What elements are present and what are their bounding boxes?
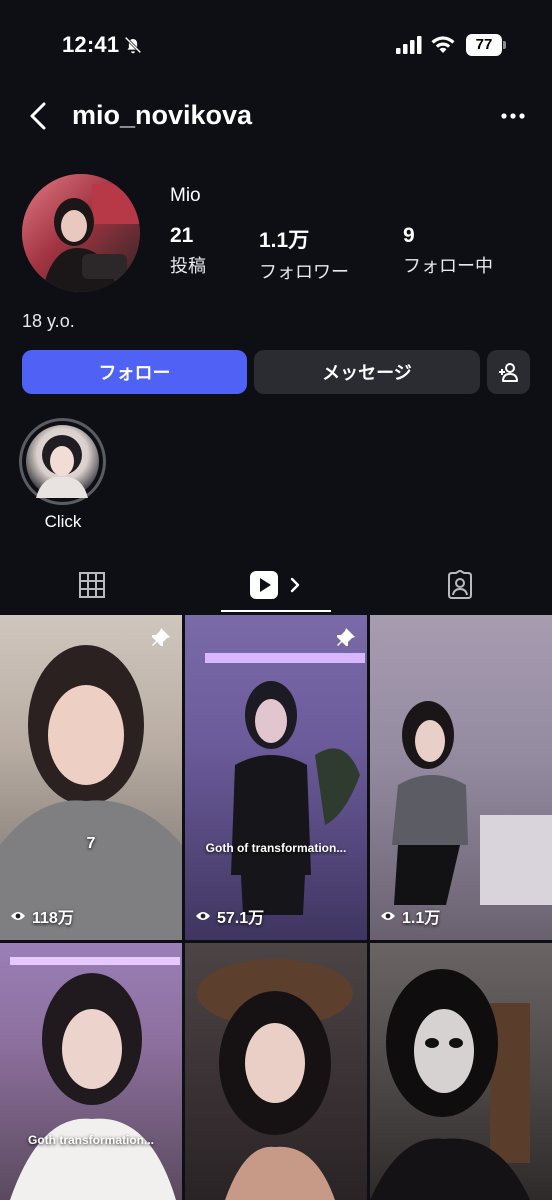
battery-tip [503, 41, 506, 49]
tab-posts-grid[interactable] [0, 556, 184, 614]
story-highlight[interactable] [19, 418, 106, 505]
stat-following-value: 9 [403, 224, 415, 247]
stat-posts-value: 21 [170, 224, 194, 247]
reel-views-value: 57.1万 [217, 910, 265, 927]
highlight-label: Click [44, 512, 82, 531]
reel-thumbnail [392, 701, 552, 905]
pin-icon [337, 628, 355, 646]
tab-tagged[interactable] [368, 556, 552, 614]
reel-thumbnail [205, 653, 365, 915]
status-bar: 12:41 77 [0, 0, 552, 90]
reel-tile[interactable]: 1.1万 [370, 615, 552, 940]
stat-followers-value: 1.1万 [259, 229, 310, 252]
reel-thumbnail [197, 959, 353, 1200]
reel-tile[interactable]: 7 118万 [0, 615, 182, 940]
profile-display-name: Mio [170, 185, 201, 206]
message-button[interactable]: メッセージ [254, 350, 480, 394]
wifi-icon [431, 36, 455, 53]
reel-view-count: 57.1万 [195, 904, 264, 928]
profile-avatar[interactable] [22, 174, 140, 292]
cellular-signal-icon [396, 36, 422, 54]
battery-indicator: 77 [466, 34, 506, 56]
profile-bio: 18 y.o. [22, 311, 75, 331]
tab-reels[interactable] [221, 556, 331, 614]
pin-icon [152, 628, 170, 646]
stat-followers[interactable]: 1.1万 フォロワー [259, 224, 349, 284]
status-time: 12:41 [62, 32, 120, 57]
reel-thumbnail [10, 957, 180, 1200]
reel-tile[interactable] [370, 943, 552, 1200]
reel-view-count: 118万 [10, 904, 74, 928]
eye-icon [11, 912, 25, 920]
eye-icon [381, 912, 395, 920]
battery-level: 77 [466, 34, 502, 56]
stat-posts: 21 投稿 [170, 224, 206, 278]
reel-caption: Goth transformation... [28, 1133, 154, 1147]
stat-following[interactable]: 9 フォロー中 [403, 224, 493, 278]
add-person-icon [498, 363, 518, 382]
more-options-icon[interactable] [498, 104, 528, 128]
stat-posts-label: 投稿 [170, 256, 206, 276]
stat-followers-label: フォロワー [259, 262, 349, 282]
reel-caption: Goth of transformation... [205, 841, 347, 855]
reel-tile[interactable]: Goth transformation... [0, 943, 182, 1200]
reel-thumbnail [370, 969, 530, 1200]
active-tab-indicator [221, 610, 331, 612]
reel-views-value: 1.1万 [402, 910, 441, 927]
highlight-photo [36, 435, 88, 498]
reels-grid: 7 118万 Goth of transformation... 57.1万 1… [0, 615, 552, 1200]
reel-views-value: 118万 [32, 910, 74, 927]
follow-button[interactable]: フォロー [22, 350, 247, 394]
reel-tile[interactable]: Goth of transformation... 57.1万 [185, 615, 367, 940]
suggest-users-button[interactable] [487, 350, 530, 394]
profile-username: mio_novikova [72, 100, 253, 130]
avatar-photo [22, 174, 140, 292]
eye-icon [196, 912, 210, 920]
profile-header: mio_novikova [0, 90, 552, 144]
reel-view-count: 1.1万 [380, 904, 440, 928]
highlight-cover [26, 425, 99, 498]
bell-muted-icon [124, 36, 142, 54]
profile-content-tabs [0, 556, 552, 614]
tagged-person-icon [448, 570, 472, 599]
reel-thumbnail [0, 645, 182, 940]
stat-following-label: フォロー中 [403, 256, 493, 276]
reel-caption: 7 [86, 835, 96, 852]
grid-icon [79, 572, 105, 598]
reel-tile[interactable] [185, 943, 367, 1200]
back-arrow-icon[interactable] [26, 100, 52, 132]
reels-play-icon [250, 571, 300, 599]
